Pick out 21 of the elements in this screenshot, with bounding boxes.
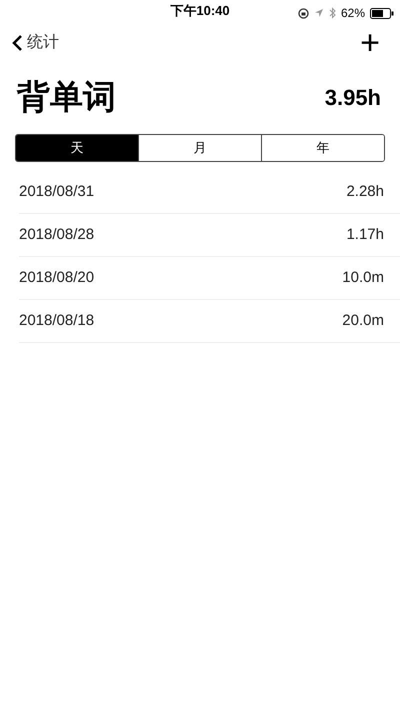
- page-title: 背单词: [17, 77, 116, 118]
- back-button[interactable]: 统计: [12, 31, 59, 55]
- battery-icon: [370, 8, 394, 18]
- chevron-left-icon: [12, 34, 23, 52]
- location-icon: [314, 8, 324, 18]
- record-duration: 2.28h: [346, 182, 384, 202]
- record-date: 2018/08/31: [19, 182, 94, 202]
- record-duration: 10.0m: [342, 268, 384, 288]
- bluetooth-icon: [328, 7, 336, 19]
- rotation-lock-icon: [298, 8, 309, 18]
- record-date: 2018/08/20: [19, 268, 94, 288]
- segment-tab[interactable]: 天: [16, 135, 138, 161]
- record-date: 2018/08/18: [19, 310, 94, 331]
- battery-percent: 62%: [340, 5, 365, 22]
- segment-tab[interactable]: 年: [261, 135, 384, 161]
- record-duration: 1.17h: [346, 224, 384, 245]
- record-date: 2018/08/28: [19, 224, 94, 245]
- record-duration: 20.0m: [342, 310, 384, 331]
- status-time: 下午10:40: [170, 2, 230, 20]
- total-time: 3.95h: [324, 84, 382, 112]
- add-button[interactable]: +: [360, 26, 388, 60]
